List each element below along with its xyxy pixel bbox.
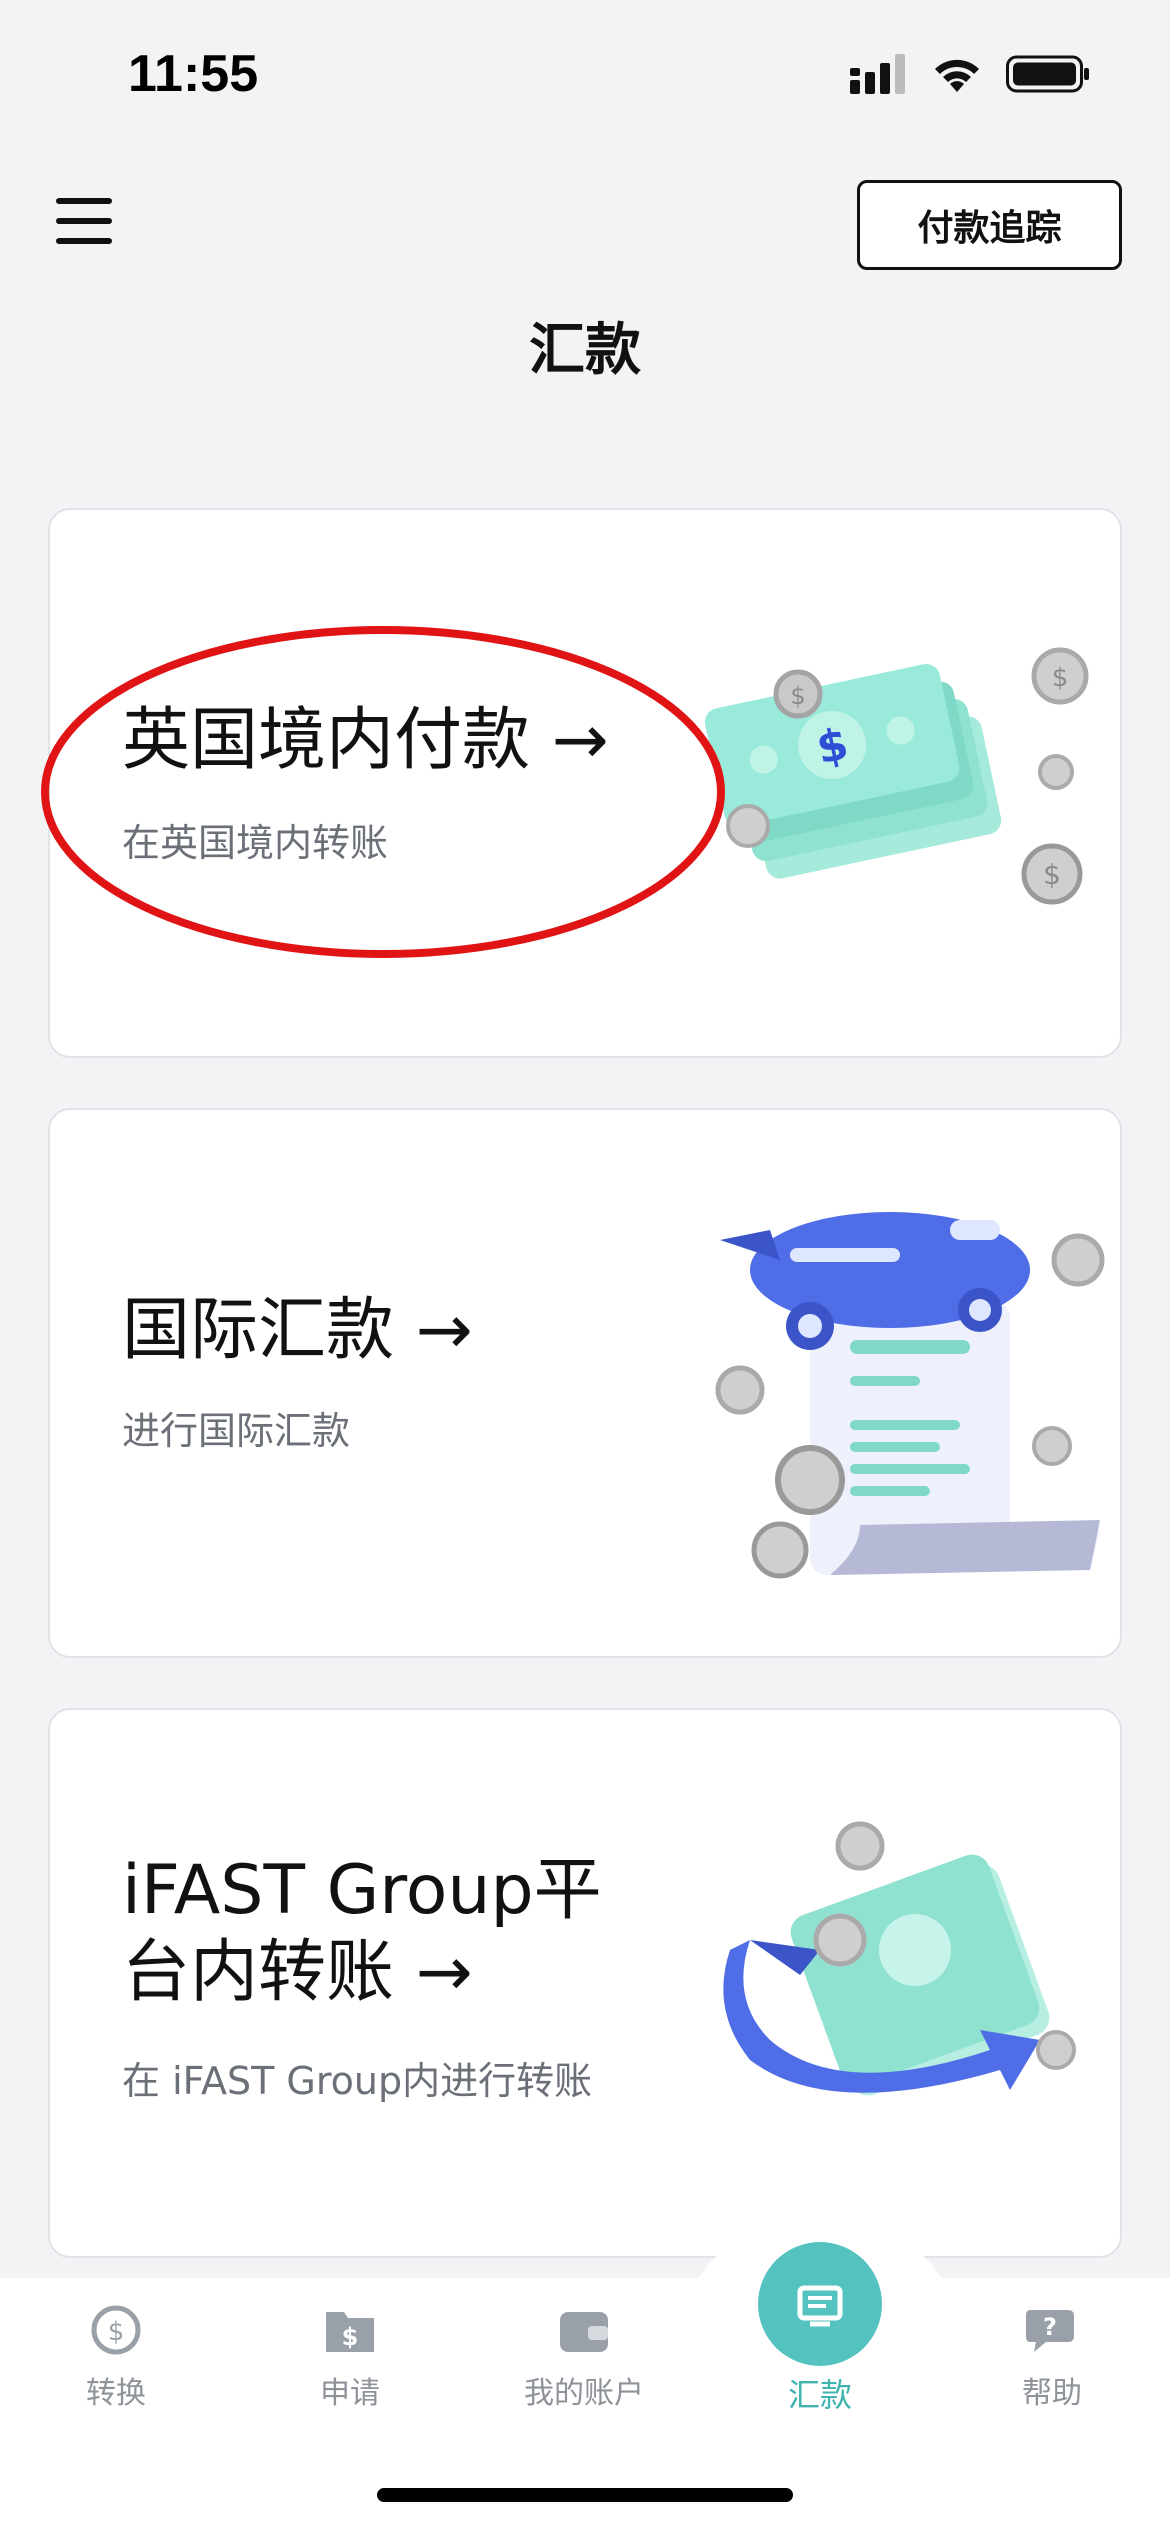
svg-text:$: $ (342, 2323, 359, 2351)
nav-item-convert[interactable]: $ 转换 (16, 2300, 216, 2412)
page-title: 汇款 (529, 318, 641, 383)
remittance-icon (797, 2285, 843, 2327)
card-subtitle: 在英国境内转账 (122, 821, 389, 865)
svg-text:$: $ (790, 682, 805, 710)
nav-item-remittance[interactable] (758, 2242, 882, 2366)
airplane-receipt-icon (715, 1212, 1105, 1579)
status-bar: 11:55 (0, 0, 1170, 150)
nav-item-help[interactable]: ? 帮助 (952, 2300, 1152, 2412)
card-international-remittance[interactable]: 国际汇款 → 进行国际汇款 (48, 1108, 1122, 1658)
signal-icon (850, 54, 905, 94)
card-subtitle: 进行国际汇款 (122, 1409, 351, 1453)
card-title: 英国境内付款 → (122, 701, 609, 780)
nav-label: 帮助 (1022, 2376, 1082, 2411)
nav-label: 我的账户 (524, 2376, 644, 2411)
folder-dollar-icon: $ (326, 2312, 374, 2352)
currency-exchange-icon: $ (91, 2305, 141, 2355)
nav-label: 申请 (320, 2376, 380, 2411)
payment-tracking-button[interactable]: 付款追踪 (857, 180, 1122, 270)
nav-item-apply[interactable]: $ 申请 (250, 2300, 450, 2412)
card-title: 国际汇款 → (122, 1291, 473, 1370)
svg-text:$: $ (1043, 858, 1061, 891)
card-title-line1: iFAST Group平 (122, 1851, 602, 1930)
battery-icon (1006, 55, 1089, 93)
status-time: 11:55 (128, 45, 259, 103)
svg-text:$: $ (108, 2317, 125, 2347)
wallet-icon (560, 2312, 608, 2352)
status-icons (850, 54, 1090, 94)
transfer-arrows-icon (723, 1821, 1076, 2096)
nav-label-remittance: 汇款 (787, 2376, 852, 2414)
card-title-line2: 台内转账 → (122, 1933, 473, 2012)
svg-text:$: $ (1052, 663, 1069, 693)
wifi-icon (935, 59, 979, 92)
help-chat-icon: ? (1026, 2310, 1074, 2352)
nav-item-my-account[interactable]: 我的账户 (484, 2300, 684, 2412)
nav-label: 转换 (86, 2376, 146, 2411)
card-subtitle: 在 iFAST Group内进行转账 (122, 2059, 593, 2103)
home-indicator (377, 2488, 793, 2502)
card-ifast-group-transfer[interactable]: iFAST Group平 台内转账 → 在 iFAST Group内进行转账 (48, 1708, 1122, 2258)
hamburger-menu-icon[interactable] (56, 198, 112, 244)
card-uk-domestic-payment[interactable]: 英国境内付款 → 在英国境内转账 $ $ $ $ (48, 508, 1122, 1058)
svg-text:?: ? (1043, 2313, 1057, 2341)
money-stack-icon: $ $ $ $ (704, 647, 1089, 905)
